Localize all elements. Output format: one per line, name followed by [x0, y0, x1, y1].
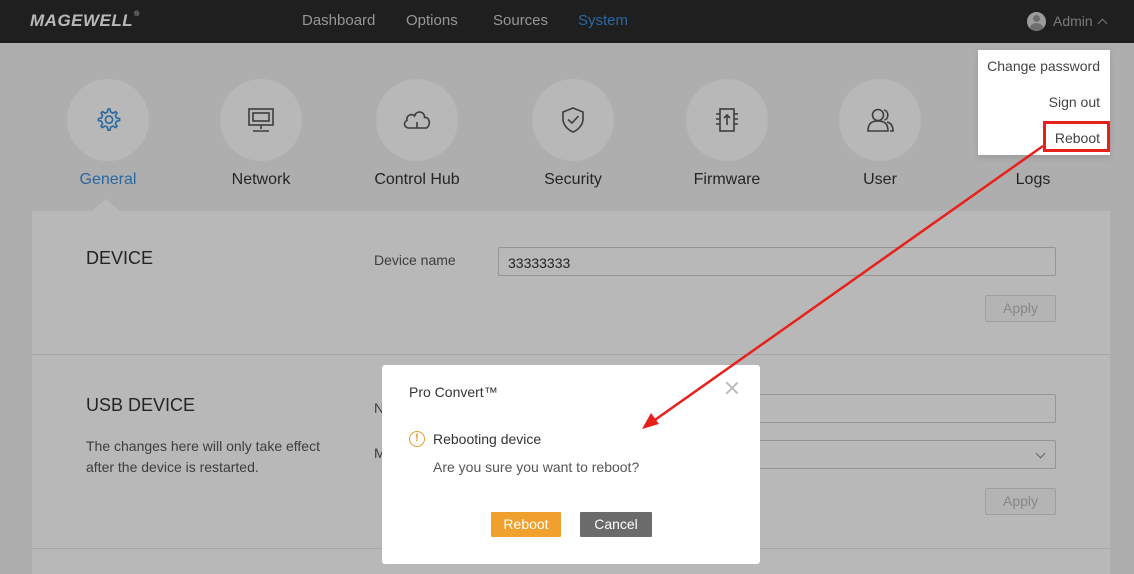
annotation-arrow — [642, 144, 1044, 429]
